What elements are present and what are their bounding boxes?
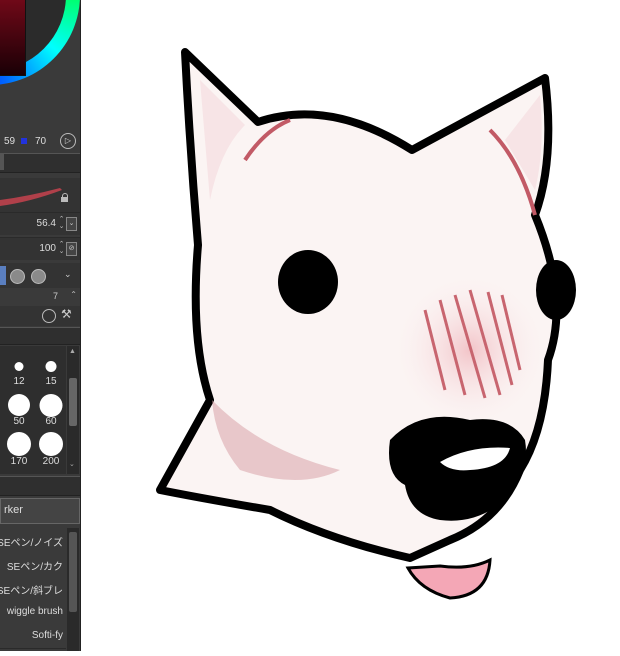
brush-shape-circle-2[interactable] xyxy=(31,269,46,284)
brush-size-row: 56.4 ⌃ ⌄ ⌄ xyxy=(0,212,80,235)
panel-tab[interactable] xyxy=(0,154,4,170)
hsv-value-1: 59 xyxy=(4,136,16,147)
brush-size-scrollbar[interactable]: ▲ ⌄ xyxy=(67,346,79,474)
brush-size-15[interactable]: 15 xyxy=(36,356,66,394)
brush-size-60[interactable]: 60 xyxy=(36,394,66,432)
subtool-header xyxy=(0,476,80,496)
hsv-readout: 59 70 ▷ xyxy=(0,130,80,152)
brush-size-200[interactable]: 200 xyxy=(36,432,66,470)
opacity-field[interactable]: 100 xyxy=(39,243,56,254)
subtool-group-label: rker xyxy=(4,504,23,516)
brush-stroke-preview xyxy=(0,178,80,212)
chevron-up-icon[interactable]: ⌃ xyxy=(70,290,77,299)
chevron-down-icon[interactable]: ⌄ xyxy=(64,269,72,280)
drawing-canvas[interactable] xyxy=(81,0,620,651)
dog-eye-left xyxy=(278,250,338,314)
brush-size-12[interactable]: 12 xyxy=(4,356,34,394)
brush-size-label: 12 xyxy=(13,376,25,387)
scroll-thumb[interactable] xyxy=(69,532,77,612)
brush-size-label: 60 xyxy=(45,416,57,427)
brush-size-label: 50 xyxy=(13,416,25,427)
brush-settings-buttons: ⚒ xyxy=(0,306,80,326)
hsv-value-2: 70 xyxy=(35,136,47,147)
blue-swatch-marker xyxy=(21,138,27,144)
brush-size-grid: 12 15 50 60 170 200 xyxy=(0,346,66,474)
brush-size-label: 15 xyxy=(45,376,57,387)
brush-size-label: 200 xyxy=(42,456,60,467)
dog-illustration xyxy=(156,48,576,600)
brush-size-label: 170 xyxy=(10,456,28,467)
brush-name: SEペン/カク xyxy=(6,562,63,573)
dog-eye-right xyxy=(536,260,576,320)
tiny-setting-row: 7 ⌃ xyxy=(0,290,80,302)
brush-shape-row: ⌄ xyxy=(0,263,80,288)
brush-list-scrollbar[interactable] xyxy=(67,528,79,651)
brush-name: Softi-fy xyxy=(31,630,63,641)
tool-panel: 59 70 ▷ 56.4 ⌃ ⌄ ⌄ 100 ⌃ ⌄ ⊘ ⌄ 7 ⌃ ⚒ 12 … xyxy=(0,0,81,651)
saturation-value-square[interactable] xyxy=(0,0,26,76)
tiny-setting-value[interactable]: 7 xyxy=(53,291,58,301)
pressure-icon[interactable]: ⊘ xyxy=(66,242,77,256)
brush-size-50[interactable]: 50 xyxy=(4,394,34,432)
scroll-up-icon[interactable]: ▲ xyxy=(69,348,76,355)
brush-size-dot xyxy=(39,394,63,417)
brush-list: SEペン/ノイズ SEペン/カク SEペン/斜ブレ wiggle brush S… xyxy=(0,528,80,651)
list-item[interactable]: SEペン/ノイズ xyxy=(0,528,66,553)
chevron-down-icon[interactable]: ⌄ xyxy=(66,217,77,231)
panel-tab-bar xyxy=(0,153,80,173)
brush-shape-selected[interactable] xyxy=(0,266,6,285)
brush-size-header xyxy=(0,327,80,345)
brush-size-dot xyxy=(39,432,63,456)
subtool-group-button[interactable]: rker xyxy=(0,498,80,524)
dog-tongue xyxy=(405,557,492,600)
clock-icon[interactable] xyxy=(42,309,56,323)
list-item[interactable]: SEペン/カク xyxy=(0,552,66,577)
brush-size-dot xyxy=(14,362,24,371)
brush-size-spinner[interactable]: ⌃ ⌄ xyxy=(57,216,66,231)
brush-shape-circle-1[interactable] xyxy=(10,269,25,284)
play-icon[interactable]: ▷ xyxy=(60,133,76,149)
brush-size-dot xyxy=(8,394,30,416)
scroll-down-icon[interactable]: ⌄ xyxy=(69,460,75,468)
brush-size-dot xyxy=(7,432,31,456)
lock-icon[interactable] xyxy=(60,193,70,202)
list-item[interactable]: wiggle brush xyxy=(0,600,66,625)
brush-name: SEペン/ノイズ xyxy=(0,538,63,549)
brush-name: wiggle brush xyxy=(6,606,63,617)
brush-size-dot xyxy=(45,361,57,372)
list-item[interactable]: Softi-fy xyxy=(0,624,66,649)
opacity-spinner[interactable]: ⌃ ⌄ xyxy=(57,241,66,256)
scroll-thumb[interactable] xyxy=(69,378,77,426)
list-item[interactable]: SEペン/斜ブレ xyxy=(0,576,66,601)
brush-size-170[interactable]: 170 xyxy=(4,432,34,470)
brush-name: SEペン/斜ブレ xyxy=(0,586,63,597)
opacity-row: 100 ⌃ ⌄ ⊘ xyxy=(0,237,80,260)
brush-size-field[interactable]: 56.4 xyxy=(37,218,56,229)
wrench-icon[interactable]: ⚒ xyxy=(61,307,72,321)
